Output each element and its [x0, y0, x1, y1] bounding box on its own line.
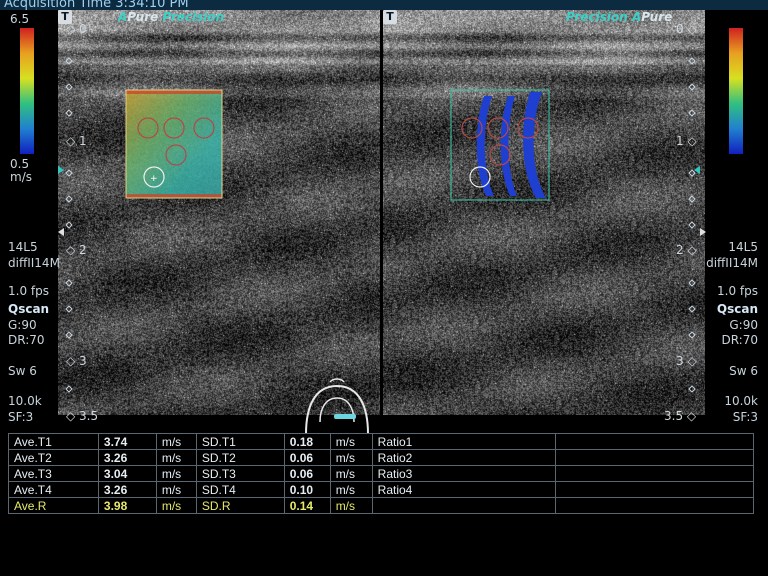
- measurement-row: Ave.T1 3.74 m/s SD.T1 0.18 m/s Ratio1: [8, 433, 754, 450]
- measurement-row: Ave.R 3.98 m/s SD.R 0.14 m/s: [8, 497, 754, 514]
- ratio-value: [555, 449, 754, 466]
- sd-label: SD.T3: [195, 465, 285, 482]
- measure-value: 3.74: [97, 433, 157, 450]
- sd-unit: m/s: [329, 497, 373, 514]
- measure-value: 3.26: [97, 449, 157, 466]
- measure-unit: m/s: [155, 497, 197, 514]
- sd-label: SD.T4: [195, 481, 285, 498]
- measure-label: Ave.T2: [8, 449, 99, 466]
- ratio-value: [555, 433, 754, 450]
- ratio-label: Ratio1: [371, 433, 557, 450]
- side-markers: [58, 57, 706, 393]
- ratio-value: [555, 465, 754, 482]
- measure-label: Ave.T1: [8, 433, 99, 450]
- ratio-label: Ratio4: [371, 481, 557, 498]
- sd-value: 0.18: [283, 433, 331, 450]
- measurement-row: Ave.T3 3.04 m/s SD.T3 0.06 m/s Ratio3: [8, 465, 754, 482]
- sd-unit: m/s: [329, 433, 373, 450]
- sd-value: 0.10: [283, 481, 331, 498]
- sd-value: 0.06: [283, 465, 331, 482]
- ratio-value: [555, 497, 754, 514]
- sd-value: 0.06: [283, 449, 331, 466]
- sd-value: 0.14: [283, 497, 331, 514]
- measurement-row: Ave.T2 3.26 m/s SD.T2 0.06 m/s Ratio2: [8, 449, 754, 466]
- measure-value: 3.26: [97, 481, 157, 498]
- measurement-table-body: Ave.T1 3.74 m/s SD.T1 0.18 m/s Ratio1 Ave.T2 3.2…: [8, 433, 754, 514]
- sd-unit: m/s: [329, 449, 373, 466]
- ratio-label: Ratio2: [371, 449, 557, 466]
- measure-unit: m/s: [155, 465, 197, 482]
- measurement-row: Ave.T4 3.26 m/s SD.T4 0.10 m/s Ratio4: [8, 481, 754, 498]
- body-marker-icon: [305, 378, 369, 434]
- ratio-value: [555, 481, 754, 498]
- measure-label: Ave.T4: [8, 481, 99, 498]
- sd-label: SD.T1: [195, 433, 285, 450]
- sd-label: SD.R: [195, 497, 285, 514]
- measure-unit: m/s: [155, 449, 197, 466]
- sd-label: SD.T2: [195, 449, 285, 466]
- measure-label: Ave.R: [8, 497, 99, 514]
- measure-unit: m/s: [155, 481, 197, 498]
- measurement-table: Ave.T1 3.74 m/s SD.T1 0.18 m/s Ratio1 Ave.T2 3.2…: [8, 433, 754, 514]
- measure-value: 3.98: [97, 497, 157, 514]
- measure-value: 3.04: [97, 465, 157, 482]
- measure-unit: m/s: [155, 433, 197, 450]
- ratio-label: [371, 497, 557, 514]
- sd-unit: m/s: [329, 481, 373, 498]
- measure-label: Ave.T3: [8, 465, 99, 482]
- ratio-label: Ratio3: [371, 465, 557, 482]
- sd-unit: m/s: [329, 465, 373, 482]
